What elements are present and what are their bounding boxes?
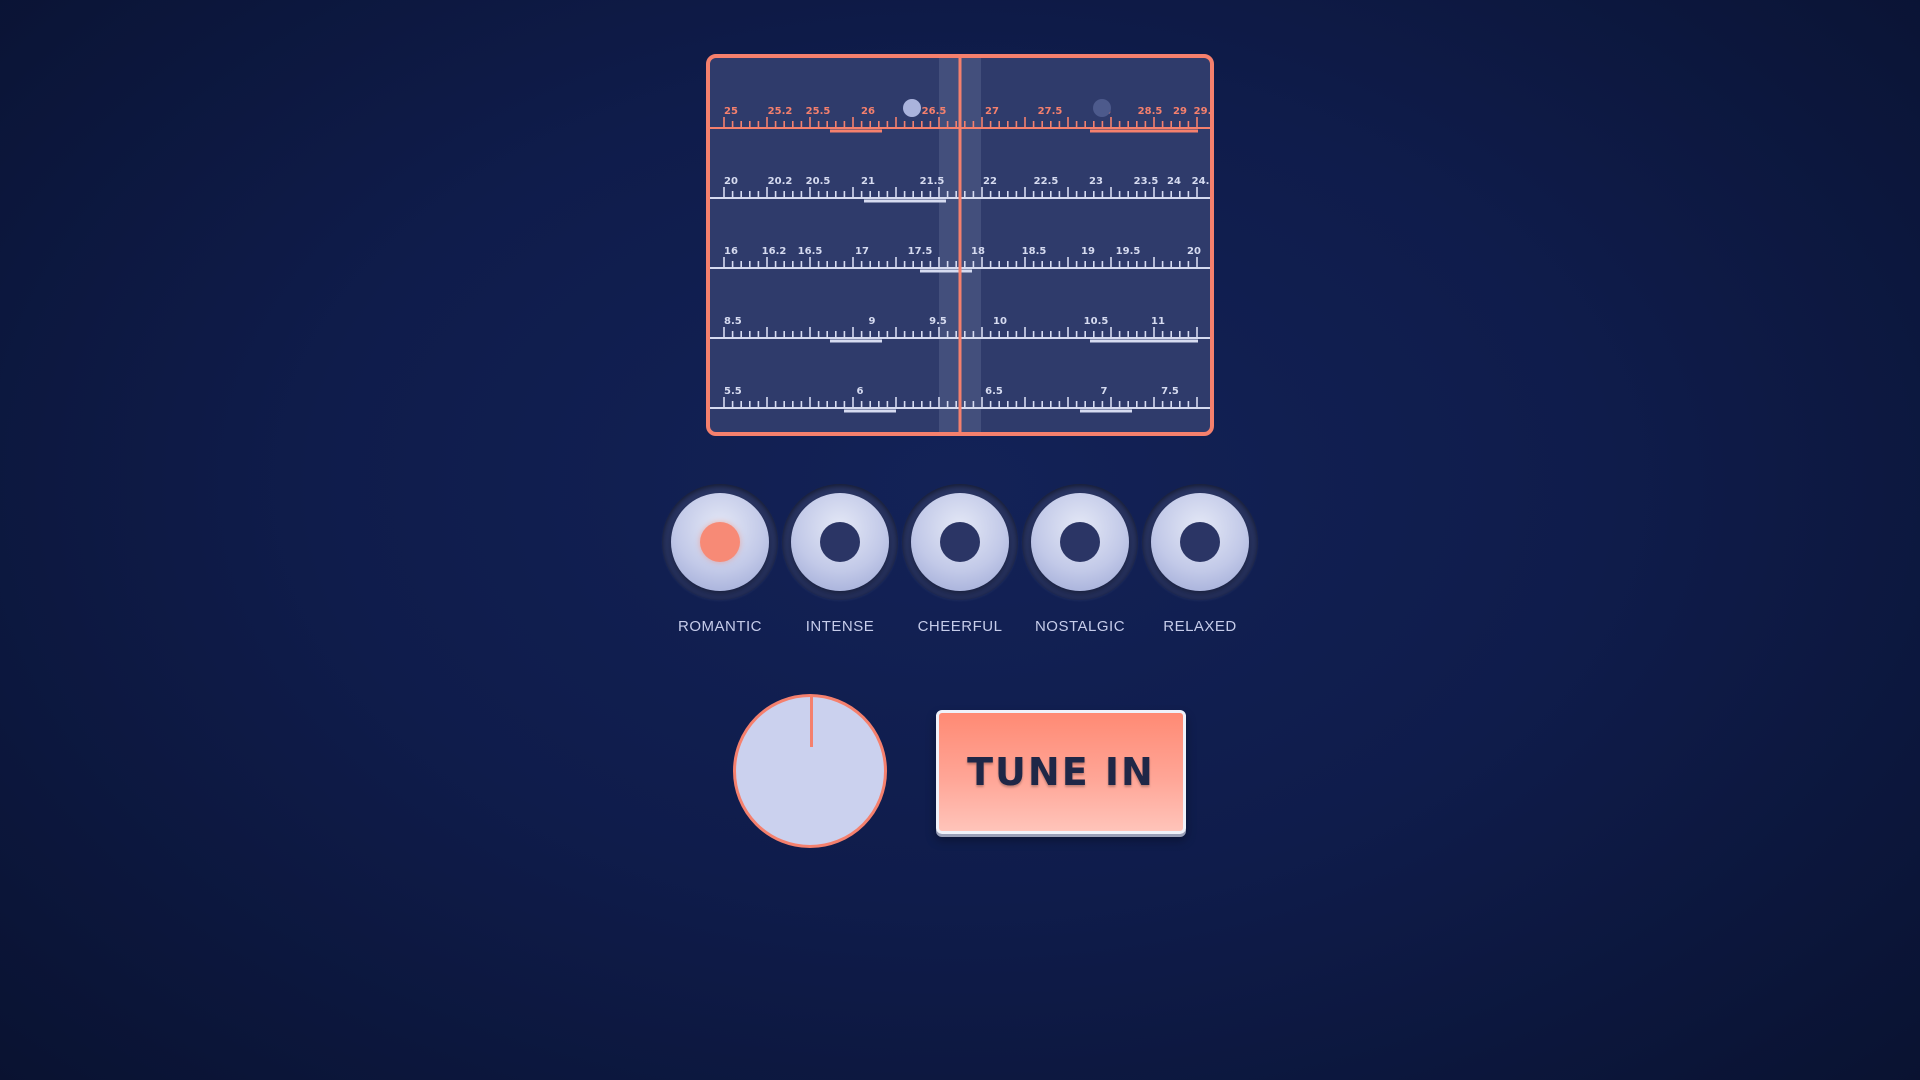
preset-marker-icon: [1093, 99, 1111, 117]
scale-tick-label: 24.5: [1192, 176, 1210, 187]
scale-tick-label: 16: [724, 246, 738, 257]
scale-tick-label: 23.5: [1134, 176, 1159, 187]
scale-tick-label: 8.5: [724, 316, 742, 327]
scale-tick-label: 17.5: [908, 246, 933, 257]
mood-button-well: [1022, 484, 1138, 600]
mood-button-intense[interactable]: INTENSE: [780, 484, 900, 635]
scale-tick-label: 26: [861, 106, 875, 117]
indicator-dot-icon: [1180, 522, 1220, 562]
mood-button-well: [782, 484, 898, 600]
scale-tick-label: 27.5: [1038, 106, 1063, 117]
indicator-dot-icon: [820, 522, 860, 562]
mood-button-well: [662, 484, 778, 600]
scale-tick-label: 20.5: [806, 176, 831, 187]
scale-tick-label: 27: [985, 106, 999, 117]
scale-tick-label: 16.5: [798, 246, 823, 257]
mood-label-relaxed: RELAXED: [1163, 618, 1237, 635]
preset-marker-icon: [903, 99, 921, 117]
indicator-dot-icon: [940, 522, 980, 562]
scale-tick-label: 5.5: [724, 386, 742, 397]
scale-tick-label: 25: [724, 106, 738, 117]
scale-tick-label: 19.5: [1116, 246, 1141, 257]
scale-tick-label: 9: [869, 316, 876, 327]
scale-tick-label: 22: [983, 176, 997, 187]
mood-button-cap[interactable]: [1031, 493, 1129, 591]
mood-button-cheerful[interactable]: CHEERFUL: [900, 484, 1020, 635]
scale-tick-label: 16.2: [762, 246, 787, 257]
mood-label-nostalgic: NOSTALGIC: [1034, 618, 1126, 635]
scale-tick-label: 10: [993, 316, 1007, 327]
mood-button-cap[interactable]: [791, 493, 889, 591]
scale-tick-label: 20: [1187, 246, 1201, 257]
scale-tick-label: 24: [1167, 176, 1181, 187]
scale-tick-label: 20: [724, 176, 738, 187]
knob-pointer-icon: [810, 697, 813, 747]
mood-button-romantic[interactable]: ROMANTIC: [660, 484, 780, 635]
scale-tick-label: 19: [1081, 246, 1095, 257]
scale-tick-label: 29.5: [1194, 106, 1210, 117]
scale-tick-label: 28.5: [1138, 106, 1163, 117]
scale-tick-label: 6: [857, 386, 864, 397]
scale-tick-label: 21.5: [920, 176, 945, 187]
mood-label-cheerful: CHEERFUL: [917, 618, 1003, 635]
volume-knob[interactable]: [733, 694, 887, 848]
scale-tick-label: 10.5: [1084, 316, 1109, 327]
tune-in-button[interactable]: TUNE IN: [936, 710, 1186, 834]
scale-tick-label: 29: [1173, 106, 1187, 117]
dial-scales: 2525.225.52626.52727.52828.52929.52020.2…: [710, 58, 1210, 432]
scale-tick-label: 17: [855, 246, 869, 257]
frequency-dial[interactable]: 2525.225.52626.52727.52828.52929.52020.2…: [706, 54, 1214, 436]
scale-tick-label: 18: [971, 246, 985, 257]
mood-preset-row: ROMANTIC INTENSE CHEERFUL NOSTALGIC RELA…: [660, 484, 1260, 635]
scale-tick-label: 20.2: [768, 176, 793, 187]
scale-tick-label: 26.5: [922, 106, 947, 117]
scale-tick-label: 18.5: [1022, 246, 1047, 257]
mood-label-romantic: ROMANTIC: [678, 618, 762, 635]
indicator-dot-icon: [1060, 522, 1100, 562]
scale-tick-label: 7.5: [1161, 386, 1179, 397]
scale-tick-label: 11: [1151, 316, 1165, 327]
scale-tick-label: 9.5: [929, 316, 947, 327]
scale-tick-label: 7: [1101, 386, 1108, 397]
scale-tick-label: 6.5: [985, 386, 1003, 397]
mood-button-cap[interactable]: [911, 493, 1009, 591]
scale-tick-label: 21: [861, 176, 875, 187]
scale-tick-label: 25.5: [806, 106, 831, 117]
mood-button-nostalgic[interactable]: NOSTALGIC: [1020, 484, 1140, 635]
mood-button-cap[interactable]: [1151, 493, 1249, 591]
mood-button-well: [1142, 484, 1258, 600]
mood-label-intense: INTENSE: [805, 618, 875, 635]
scale-tick-label: 23: [1089, 176, 1103, 187]
scale-tick-label: 25.2: [768, 106, 793, 117]
indicator-dot-icon: [700, 522, 740, 562]
tune-in-label: TUNE IN: [967, 750, 1155, 794]
scale-tick-label: 22.5: [1034, 176, 1059, 187]
mood-button-relaxed[interactable]: RELAXED: [1140, 484, 1260, 635]
mood-button-well: [902, 484, 1018, 600]
mood-button-cap[interactable]: [671, 493, 769, 591]
